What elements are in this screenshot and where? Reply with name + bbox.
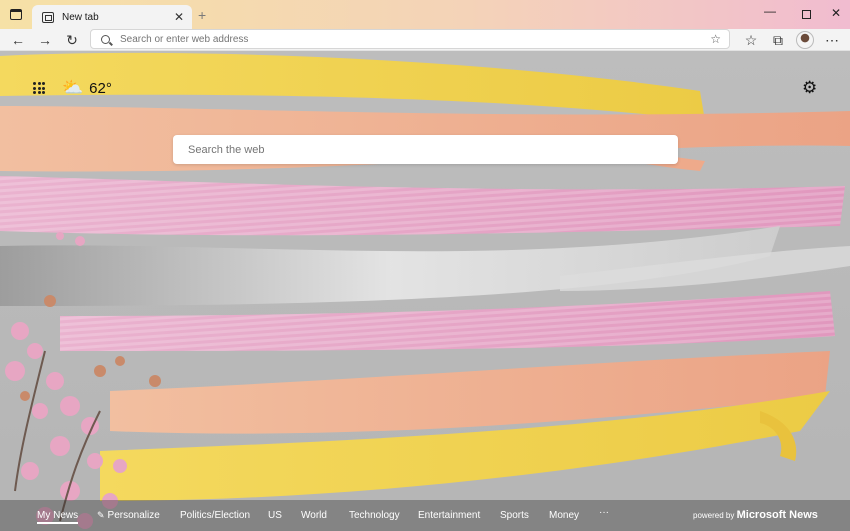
background-image [0, 51, 850, 531]
news-tab-us[interactable]: US [268, 510, 282, 521]
favorites-icon[interactable]: ☆ [741, 30, 761, 50]
news-tab-my-news[interactable]: My News [37, 510, 79, 524]
forward-button[interactable]: → [35, 30, 55, 50]
powered-by-label: powered by Microsoft News [693, 509, 818, 521]
news-more-icon[interactable]: ··· [599, 507, 609, 518]
news-tab-personalize[interactable]: ✎ Personalize [97, 510, 160, 521]
news-tab-technology[interactable]: Technology [349, 510, 400, 521]
maximize-button[interactable] [802, 10, 811, 19]
collections-icon[interactable]: ⧉ [768, 30, 788, 50]
weather-temperature: 62° [89, 79, 112, 97]
news-tab-entertainment[interactable]: Entertainment [418, 510, 480, 521]
news-tab-money[interactable]: Money [549, 510, 579, 521]
weather-widget[interactable]: ⛅ 62° [62, 78, 112, 98]
page-settings-icon[interactable]: ⚙ [802, 78, 817, 98]
web-search-box[interactable] [173, 135, 678, 164]
window-menu-icon[interactable] [10, 9, 22, 20]
news-tab-politics[interactable]: Politics/Election [180, 510, 250, 521]
back-button[interactable]: ← [8, 30, 28, 50]
tab-label: New tab [62, 11, 99, 23]
personalize-label: Personalize [107, 510, 160, 521]
tab-close-icon[interactable]: ✕ [174, 10, 184, 24]
powered-by-prefix: powered by [693, 511, 735, 520]
new-tab-button[interactable]: + [198, 7, 206, 23]
new-tab-page-icon [42, 11, 54, 23]
title-bar: New tab ✕ + — ✕ [0, 0, 850, 29]
news-tab-sports[interactable]: Sports [500, 510, 529, 521]
news-tab-world[interactable]: World [301, 510, 327, 521]
partly-cloudy-icon: ⛅ [62, 78, 84, 97]
minimize-button[interactable]: — [760, 4, 780, 18]
address-input[interactable] [120, 33, 711, 45]
search-icon [101, 34, 110, 44]
pencil-icon: ✎ [97, 510, 105, 520]
profile-avatar[interactable] [796, 31, 814, 49]
ribbon-artwork [0, 52, 850, 529]
add-favorite-icon[interactable]: ☆ [710, 32, 721, 46]
tab-new-tab[interactable]: New tab ✕ [32, 5, 192, 29]
address-bar[interactable]: ☆ [90, 29, 730, 49]
microsoft-news-brand[interactable]: Microsoft News [737, 509, 818, 521]
web-search-input[interactable] [188, 143, 668, 156]
browser-toolbar: ← → ↻ ☆ ☆ ⧉ ⋯ [0, 29, 850, 51]
refresh-button[interactable]: ↻ [62, 30, 82, 50]
app-launcher-icon[interactable] [33, 82, 45, 94]
close-window-button[interactable]: ✕ [826, 6, 846, 20]
more-menu-icon[interactable]: ⋯ [822, 30, 842, 50]
news-feed-bar: My News ✎ Personalize Politics/Election U… [0, 500, 850, 531]
